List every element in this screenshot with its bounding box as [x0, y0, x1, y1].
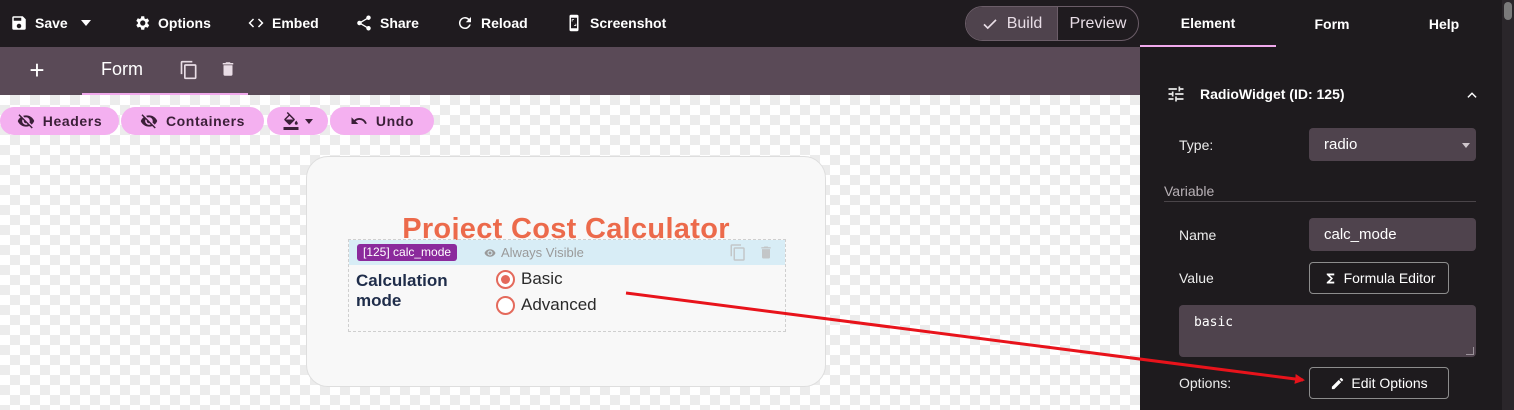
options-label: Options — [158, 15, 211, 31]
trash-icon[interactable] — [758, 243, 774, 262]
type-label: Type: — [1179, 137, 1214, 153]
visibility-label: Always Visible — [501, 245, 584, 260]
chevron-down-icon — [1462, 143, 1470, 148]
form-tabs-bar: + Form — [0, 47, 1140, 95]
reload-button[interactable]: Reload — [456, 13, 528, 33]
form-preview-card: Project Cost Calculator [125] calc_mode … — [306, 156, 826, 387]
type-select[interactable]: radio — [1309, 128, 1476, 161]
phone-screenshot-icon — [569, 14, 579, 32]
undo-icon — [351, 117, 367, 124]
radio-option-label: Advanced — [521, 295, 597, 314]
name-field-value: calc_mode — [1324, 226, 1397, 243]
panel-tabs: Element Form Help — [1140, 0, 1500, 47]
visibility-indicator: Always Visible — [484, 245, 584, 260]
element-section-header[interactable]: RadioWidget (ID: 125) — [1166, 84, 1345, 104]
paint-bucket-icon — [283, 112, 299, 130]
mode-toggle: Build Preview — [965, 6, 1139, 41]
preview-label: Preview — [1069, 14, 1127, 32]
field-label: Calculation mode — [356, 271, 448, 310]
embed-button[interactable]: Embed — [247, 13, 319, 33]
eye-icon — [484, 248, 496, 257]
fill-color-button[interactable] — [267, 107, 328, 135]
edit-options-button[interactable]: Edit Options — [1309, 367, 1449, 399]
eye-off-icon — [140, 114, 158, 129]
chevron-up-icon[interactable] — [1465, 88, 1479, 102]
radio-selected-icon[interactable] — [496, 269, 515, 289]
value-textarea-content: basic — [1194, 315, 1234, 330]
headers-label: Headers — [42, 113, 103, 129]
undo-label: Undo — [375, 113, 415, 129]
tab-form[interactable]: Form — [82, 47, 248, 95]
radio-unselected-icon[interactable] — [496, 295, 515, 315]
formula-editor-label: Formula Editor — [1343, 270, 1436, 286]
panel-scrollbar[interactable] — [1502, 0, 1514, 410]
pencil-icon — [1332, 377, 1344, 389]
gear-icon — [136, 16, 150, 30]
build-label: Build — [1006, 14, 1043, 32]
eye-off-icon — [17, 114, 35, 129]
radio-option-label: Basic — [521, 269, 563, 288]
name-label: Name — [1179, 227, 1217, 243]
save-button[interactable]: Save — [10, 13, 91, 33]
copy-icon[interactable] — [179, 60, 199, 80]
embed-label: Embed — [272, 15, 319, 31]
chevron-down-icon — [305, 118, 313, 124]
trash-icon[interactable] — [219, 59, 237, 79]
properties-panel: Element Form Help RadioWidget (ID: 125) … — [1140, 0, 1514, 410]
floppy-disk-icon — [12, 16, 26, 30]
radio-option-basic[interactable]: Basic — [496, 269, 563, 289]
variable-heading: Variable — [1164, 183, 1215, 199]
preview-toggle-button[interactable]: Preview — [1058, 7, 1138, 40]
share-label: Share — [380, 15, 419, 31]
share-button[interactable]: Share — [355, 13, 419, 33]
widget-id-badge: [125] calc_mode — [357, 244, 458, 261]
scrollbar-thumb[interactable] — [1504, 2, 1512, 20]
value-textarea[interactable]: basic — [1179, 305, 1476, 357]
share-icon — [357, 15, 371, 31]
reload-label: Reload — [481, 15, 528, 31]
widget-header: [125] calc_mode Always Visible — [349, 240, 785, 265]
options-button[interactable]: Options — [133, 13, 211, 33]
name-field[interactable]: calc_mode — [1309, 218, 1476, 251]
value-label: Value — [1179, 270, 1214, 286]
reload-icon — [458, 17, 471, 30]
save-label: Save — [35, 15, 68, 31]
top-toolbar: Save Options Embed Share Reload Screensh… — [0, 0, 1140, 47]
screenshot-button[interactable]: Screenshot — [565, 13, 666, 33]
build-toggle-button[interactable]: Build — [966, 7, 1058, 40]
options-label: Options: — [1179, 375, 1232, 391]
type-select-value: radio — [1324, 136, 1358, 153]
containers-toggle-button[interactable]: Containers — [121, 107, 264, 135]
section-title: RadioWidget (ID: 125) — [1200, 86, 1345, 102]
tab-form-settings[interactable]: Form — [1268, 0, 1396, 47]
form-canvas: Headers Containers Undo Project Cost Cal… — [0, 95, 1140, 410]
radio-option-advanced[interactable]: Advanced — [496, 295, 597, 315]
formula-editor-button[interactable]: Formula Editor — [1309, 262, 1449, 294]
checkmark-icon — [983, 18, 997, 29]
resize-handle[interactable] — [1466, 347, 1474, 355]
screenshot-label: Screenshot — [590, 15, 667, 31]
radio-widget[interactable]: [125] calc_mode Always Visible Calculati… — [348, 239, 786, 332]
edit-options-label: Edit Options — [1351, 375, 1428, 391]
copy-icon[interactable] — [729, 243, 747, 262]
tab-form-label: Form — [101, 59, 143, 79]
chevron-down-icon — [80, 20, 91, 26]
undo-button[interactable]: Undo — [330, 107, 434, 135]
containers-label: Containers — [165, 113, 246, 129]
add-form-button[interactable]: + — [26, 57, 48, 83]
headers-toggle-button[interactable]: Headers — [0, 107, 119, 135]
code-icon — [248, 18, 264, 28]
tab-help[interactable]: Help — [1380, 0, 1508, 47]
sigma-icon — [1326, 273, 1334, 283]
divider — [1164, 201, 1476, 202]
sliders-icon — [1168, 86, 1184, 102]
tab-element[interactable]: Element — [1140, 0, 1276, 47]
